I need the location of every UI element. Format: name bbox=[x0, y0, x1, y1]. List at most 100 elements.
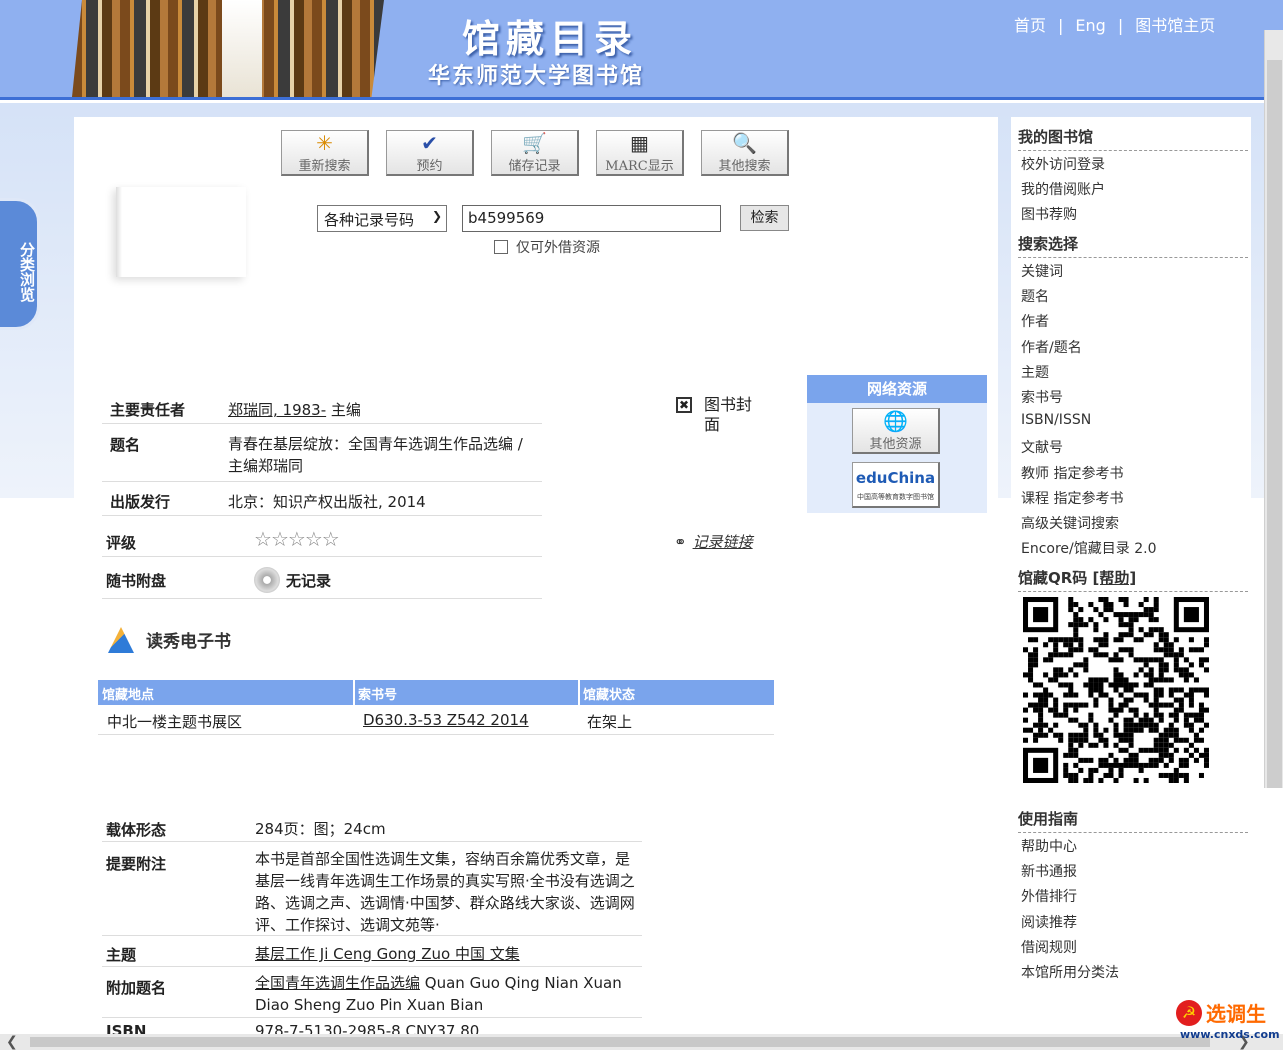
col-divider bbox=[578, 680, 580, 705]
sidebar-link[interactable]: 索书号 bbox=[1021, 387, 1063, 407]
sidebar-link[interactable]: 关键词 bbox=[1021, 261, 1063, 281]
qr-help-link[interactable]: [帮助] bbox=[1093, 569, 1137, 587]
other-search-button[interactable]: 🔍 其他搜索 bbox=[701, 130, 789, 176]
scroll-left-icon[interactable]: ❮ bbox=[6, 1034, 18, 1050]
link-icon: ⚭ bbox=[674, 533, 687, 551]
broken-image-icon: ✖ bbox=[676, 397, 692, 413]
star-icon[interactable]: ☆ bbox=[322, 527, 340, 551]
author-link[interactable]: 郑瑞同, 1983- bbox=[228, 401, 326, 419]
reserve-button[interactable]: ✔ 预约 bbox=[386, 130, 474, 176]
field-row-format: 载体形态 284页：图；24cm bbox=[102, 817, 642, 842]
qr-code-image bbox=[1023, 597, 1209, 783]
library-name: 华东师范大学图书馆 bbox=[428, 63, 645, 89]
other-resources-label: 其他资源 bbox=[869, 437, 922, 452]
header-callno: 索书号 bbox=[358, 688, 398, 703]
educhina-logo: eduChina bbox=[855, 469, 936, 487]
nav-home[interactable]: 首页 bbox=[1014, 16, 1046, 35]
author-label: 主要责任者 bbox=[110, 401, 186, 419]
save-record-button[interactable]: 🛒 储存记录 bbox=[491, 130, 579, 176]
sidebar-link[interactable]: 帮助中心 bbox=[1021, 836, 1077, 856]
vertical-scrollbar[interactable] bbox=[1264, 30, 1283, 788]
sidebar-link[interactable]: 高级关键词搜索 bbox=[1021, 513, 1119, 533]
hscroll-thumb[interactable] bbox=[30, 1037, 1210, 1047]
only-external-checkbox[interactable] bbox=[494, 240, 508, 254]
sidebar-link[interactable]: 本馆所用分类法 bbox=[1021, 962, 1119, 982]
field-row-publication: 出版发行 北京：知识产权出版社, 2014 bbox=[102, 489, 542, 516]
sidebar-link[interactable]: 作者/题名 bbox=[1021, 337, 1082, 357]
search-button[interactable]: 检索 bbox=[740, 205, 789, 231]
magnifier-icon: 🔍 bbox=[732, 131, 757, 155]
qr-heading: 馆藏QR码 [帮助] bbox=[1018, 567, 1248, 592]
sidebar-link[interactable]: 校外访问登录 bbox=[1021, 154, 1105, 174]
isbn-value: 978-7-5130-2985-8 CNY37.80 bbox=[255, 1022, 480, 1034]
qr-title: 馆藏QR码 bbox=[1018, 569, 1088, 587]
sidebar-link[interactable]: 阅读推荐 bbox=[1021, 912, 1077, 932]
sidebar-link[interactable]: 主题 bbox=[1021, 362, 1049, 382]
table-row: 中北一楼主题书展区 D630.3-53 Z542 2014 在架上 bbox=[98, 705, 774, 735]
sidebar-link[interactable]: 借阅规则 bbox=[1021, 937, 1077, 957]
disc-icon bbox=[254, 567, 280, 593]
star-icon[interactable]: ☆ bbox=[305, 527, 323, 551]
sidebar-link[interactable]: Encore/馆藏目录 2.0 bbox=[1021, 538, 1156, 558]
rating-stars[interactable]: ☆☆☆☆☆ bbox=[254, 527, 340, 551]
chevron-down-icon: ❯ bbox=[431, 209, 442, 223]
col-divider bbox=[353, 680, 355, 705]
star-icon[interactable]: ☆ bbox=[288, 527, 306, 551]
nav-eng[interactable]: Eng bbox=[1075, 16, 1105, 35]
horizontal-scrollbar[interactable]: ❮ ❯ bbox=[0, 1034, 1283, 1050]
title-label: 题名 bbox=[110, 436, 141, 454]
header-banner: 馆藏目录 华东师范大学图书馆 首页 | Eng | 图书馆主页 bbox=[0, 0, 1283, 100]
disc-value: 无记录 bbox=[286, 572, 332, 590]
additional-title-link[interactable]: 全国青年选调生作品选编 bbox=[255, 974, 420, 992]
nav-library-home[interactable]: 图书馆主页 bbox=[1135, 16, 1215, 35]
sidebar-link[interactable]: 作者 bbox=[1021, 311, 1049, 331]
holding-status: 在架上 bbox=[587, 713, 633, 731]
holdings-header: 馆藏地点 索书号 馆藏状态 bbox=[98, 680, 774, 705]
additional-title-label: 附加题名 bbox=[106, 979, 167, 997]
search-type-value: 各种记录号码 bbox=[324, 211, 415, 229]
sidebar-link[interactable]: 文献号 bbox=[1021, 437, 1063, 457]
star-icon[interactable]: ☆ bbox=[254, 527, 272, 551]
sidebar-link[interactable]: 教师 指定参考书 bbox=[1021, 463, 1123, 483]
subject-label: 主题 bbox=[106, 946, 137, 964]
star-icon[interactable]: ☆ bbox=[271, 527, 289, 551]
rating-label: 评级 bbox=[106, 534, 137, 552]
sidebar-link[interactable]: 新书通报 bbox=[1021, 861, 1077, 881]
checkmark-icon: ✔ bbox=[421, 131, 438, 155]
educhina-button[interactable]: eduChina 中国高等教育数字图书馆 bbox=[852, 462, 940, 508]
main-content: ✳ 重新搜索 ✔ 预约 🛒 储存记录 ▦ MARC显示 🔍 其他搜索 各种记录号码 ❯ b4… bbox=[74, 117, 998, 1034]
sidebar-link[interactable]: 题名 bbox=[1021, 286, 1049, 306]
field-row-title: 题名 青春在基层绽放：全国青年选调生作品选编 / 主编郑瑞同 bbox=[102, 432, 542, 482]
search-input[interactable]: b4599569 bbox=[462, 205, 721, 232]
disc-label: 随书附盘 bbox=[106, 572, 167, 590]
sidebar-link[interactable]: 外借排行 bbox=[1021, 886, 1077, 906]
publication-value: 北京：知识产权出版社, 2014 bbox=[228, 493, 426, 511]
new-search-button[interactable]: ✳ 重新搜索 bbox=[281, 130, 369, 176]
sidebar-link[interactable]: ISBN/ISSN bbox=[1021, 412, 1091, 428]
save-record-label: 储存记录 bbox=[508, 159, 561, 174]
sidebar-link[interactable]: 图书荐购 bbox=[1021, 204, 1077, 224]
other-resources-button[interactable]: 🌐 其他资源 bbox=[852, 408, 940, 454]
record-link[interactable]: ⚭ 记录链接 bbox=[674, 531, 753, 552]
bookshelf-image bbox=[72, 0, 384, 97]
field-row-subject: 主题 基层工作 Ji Ceng Gong Zuo 中国 文集 bbox=[102, 940, 642, 967]
educhina-subtitle: 中国高等教育数字图书馆 bbox=[857, 493, 934, 501]
field-row-isbn: ISBN 978-7-5130-2985-8 CNY37.80 bbox=[102, 1020, 642, 1034]
only-external-option[interactable]: 仅可外借资源 bbox=[494, 237, 600, 257]
holding-callno-link[interactable]: D630.3-53 Z542 2014 bbox=[363, 711, 529, 729]
net-resources-title: 网络资源 bbox=[807, 375, 987, 403]
other-search-label: 其他搜索 bbox=[718, 159, 771, 174]
search-type-select[interactable]: 各种记录号码 ❯ bbox=[317, 205, 447, 232]
record-link-label: 记录链接 bbox=[692, 533, 753, 551]
subject-link[interactable]: 基层工作 Ji Ceng Gong Zuo 中国 文集 bbox=[255, 943, 520, 965]
sidebar-link[interactable]: 我的借阅账户 bbox=[1021, 179, 1105, 199]
marc-display-label: MARC显示 bbox=[605, 159, 674, 174]
sidebar-link[interactable]: 课程 指定参考书 bbox=[1021, 488, 1123, 508]
browse-by-class-tab[interactable]: 分类浏览 bbox=[0, 198, 40, 330]
duxiu-ebook-link[interactable]: 读秀电子书 bbox=[108, 627, 231, 653]
scrollbar-thumb[interactable] bbox=[1267, 60, 1282, 788]
field-row-additional-title: 附加题名 全国青年选调生作品选编 Quan Guo Qing Nian Xuan… bbox=[102, 970, 642, 1018]
marc-display-button[interactable]: ▦ MARC显示 bbox=[596, 130, 684, 176]
duxiu-ebook-label: 读秀电子书 bbox=[146, 632, 231, 652]
sparkle-icon: ✳ bbox=[316, 131, 333, 155]
